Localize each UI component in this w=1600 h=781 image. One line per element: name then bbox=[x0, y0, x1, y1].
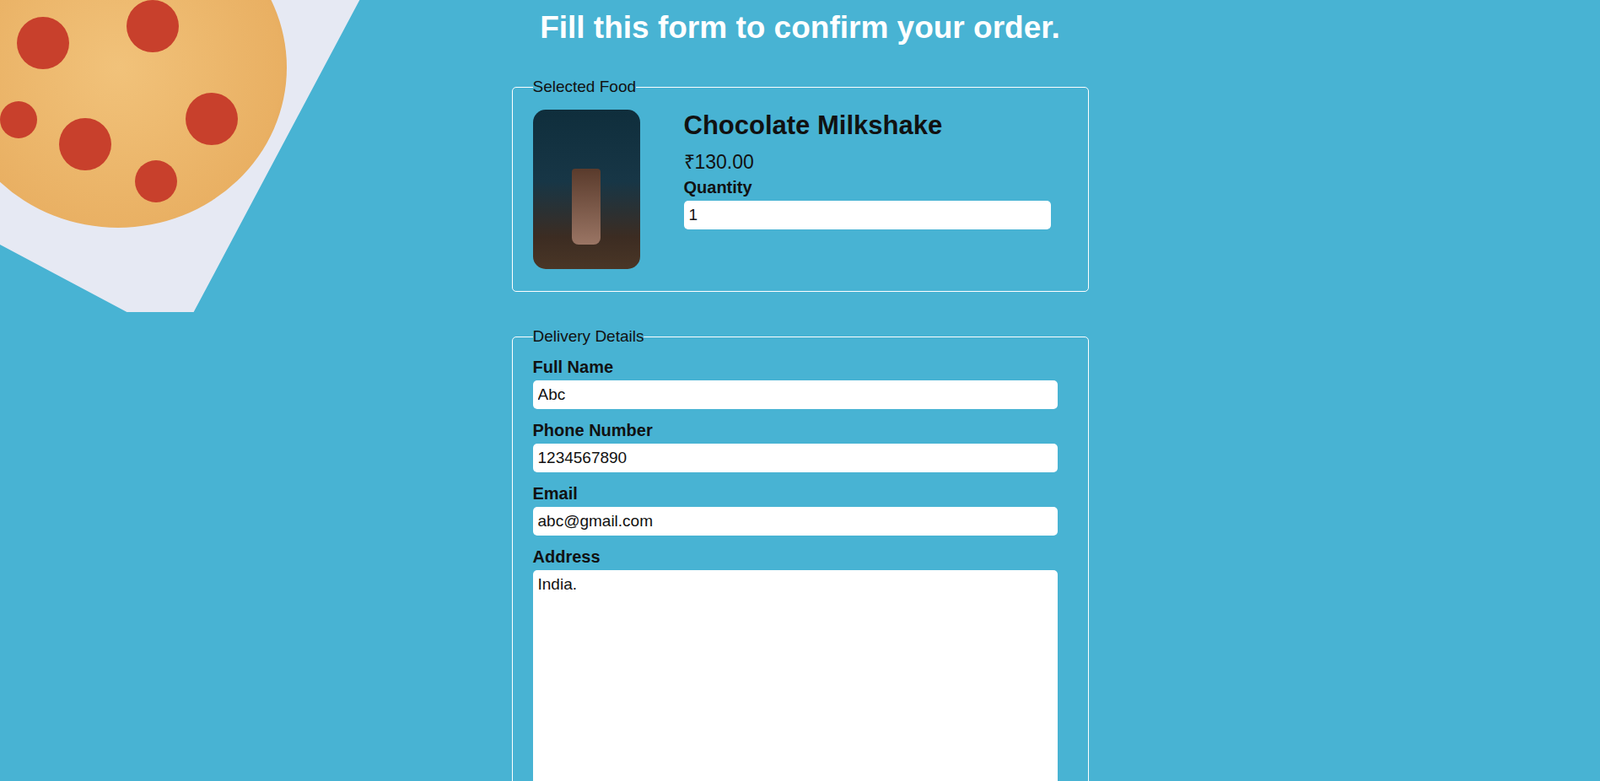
form-field: Email bbox=[533, 484, 1058, 536]
address-textarea[interactable] bbox=[533, 570, 1058, 781]
food-photo bbox=[533, 109, 641, 270]
selected-food-section: Selected Food Chocolate Milkshake ₹130.00Q… bbox=[511, 77, 1089, 292]
form-field: Phone Number bbox=[533, 420, 1058, 473]
quantity-input[interactable] bbox=[684, 200, 1051, 230]
text-input[interactable] bbox=[533, 506, 1058, 536]
order-page: Fill this form to confirm your order. Sel… bbox=[0, 0, 1600, 781]
form-field: Full Name bbox=[533, 357, 1058, 410]
text-input[interactable] bbox=[533, 380, 1058, 410]
pizza-photo bbox=[0, 0, 372, 313]
field-label: Email bbox=[533, 484, 1058, 504]
section-legend: Selected Food bbox=[533, 77, 637, 97]
form-field: Address bbox=[533, 547, 1058, 781]
text-input[interactable] bbox=[533, 443, 1058, 473]
section-legend: Delivery Details bbox=[533, 327, 645, 346]
food-price: ₹130.00 bbox=[684, 147, 1058, 175]
field-label: Full Name bbox=[533, 357, 1058, 378]
order-form: Fill this form to confirm your order. Sel… bbox=[511, 0, 1089, 781]
field-label: Address bbox=[533, 547, 1058, 567]
delivery-section: Delivery Details Full Name Phone Number Ema… bbox=[511, 327, 1089, 781]
field-label: Phone Number bbox=[533, 420, 1058, 441]
page-title: Fill this form to confirm your order. bbox=[511, 8, 1089, 48]
quantity-label: Quantity bbox=[684, 177, 1058, 198]
food-name: Chocolate Milkshake bbox=[684, 109, 1058, 143]
